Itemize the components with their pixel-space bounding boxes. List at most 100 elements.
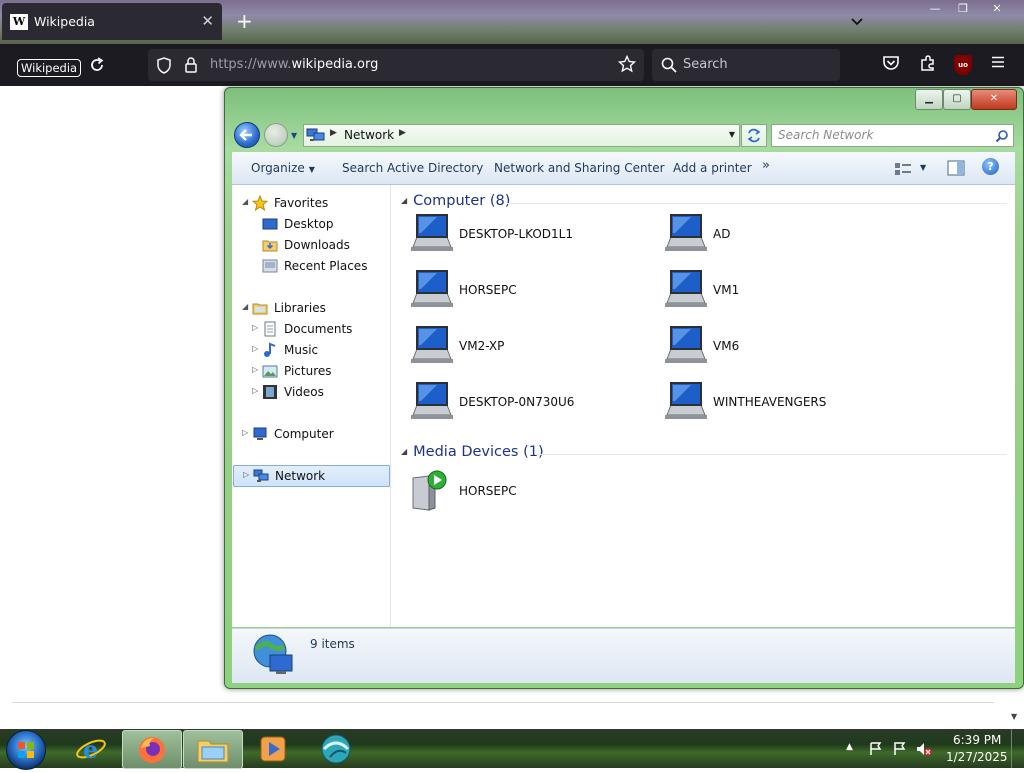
- wikipedia-bookmark-button[interactable]: Wikipedia: [17, 59, 82, 77]
- taskbar-clock-time[interactable]: 6:39 PM: [953, 733, 1001, 747]
- app-menu-hamburger-icon[interactable]: [990, 54, 1006, 74]
- network-computer-item[interactable]: DESKTOP-LKOD1L1: [407, 213, 647, 257]
- network-computer-item[interactable]: VM2-XP: [407, 325, 647, 369]
- nav-item-music[interactable]: ▷ Music: [232, 340, 390, 360]
- breadcrumb-separator-icon[interactable]: ▶: [330, 128, 337, 138]
- group-header-computer[interactable]: ◢ Computer (8): [401, 193, 510, 209]
- expand-arrow-icon[interactable]: ▷: [252, 386, 258, 395]
- change-view-icon[interactable]: [894, 161, 912, 180]
- computer-name-label: VM1: [713, 283, 740, 297]
- show-hidden-icons-icon[interactable]: ▲: [846, 742, 853, 752]
- collapse-group-icon[interactable]: ◢: [401, 196, 407, 205]
- show-desktop-button[interactable]: [1011, 729, 1024, 768]
- expand-arrow-icon[interactable]: ▷: [252, 365, 258, 374]
- browser-search-bar[interactable]: Search: [652, 49, 840, 81]
- browser-navigation-bar: Wikipedia https://www.wikipedia.org Sear…: [0, 44, 1024, 86]
- search-active-directory-button[interactable]: Search Active Directory: [342, 161, 483, 175]
- preview-pane-icon[interactable]: [947, 160, 965, 180]
- network-computer-item[interactable]: HORSEPC: [407, 269, 647, 313]
- window-close-button[interactable]: ✕: [980, 0, 1014, 18]
- lock-icon[interactable]: [184, 56, 198, 78]
- url-text[interactable]: https://www.wikipedia.org: [210, 57, 378, 72]
- expand-arrow-icon[interactable]: ▷: [252, 323, 258, 332]
- collapse-group-icon[interactable]: ◢: [401, 447, 407, 456]
- nav-item-pictures[interactable]: ▷ Pictures: [232, 361, 390, 381]
- back-button[interactable]: [234, 122, 260, 148]
- reload-icon[interactable]: [88, 56, 106, 78]
- explorer-maximize-button[interactable]: ▢: [943, 89, 971, 110]
- nav-item-documents[interactable]: ▷ Documents: [232, 319, 390, 339]
- more-commands-chevron-icon[interactable]: »: [762, 158, 770, 173]
- browser-tab-strip: W Wikipedia ✕ + — ❐ ✕: [0, 0, 1024, 44]
- breadcrumb-separator-icon[interactable]: ▶: [399, 128, 406, 138]
- add-printer-button[interactable]: Add a printer: [673, 161, 752, 175]
- pocket-icon[interactable]: [882, 54, 900, 76]
- help-icon[interactable]: ?: [982, 158, 999, 175]
- media-device-item[interactable]: HORSEPC: [407, 470, 647, 514]
- nav-label: Network: [275, 469, 326, 483]
- window-restore-button[interactable]: ❐: [946, 0, 980, 18]
- address-bar[interactable]: https://www.wikipedia.org: [148, 49, 644, 81]
- taskbar-internet-explorer[interactable]: e: [62, 730, 120, 767]
- nav-label: Favorites: [274, 196, 329, 210]
- network-tray-icon[interactable]: [892, 741, 908, 761]
- taskbar-firefox[interactable]: [122, 730, 182, 769]
- network-computer-icon: [407, 269, 455, 317]
- start-button[interactable]: [6, 730, 46, 770]
- group-header-media-devices[interactable]: ◢ Media Devices (1): [401, 444, 544, 460]
- expand-arrow-icon[interactable]: ▷: [242, 428, 248, 437]
- tab-close-icon[interactable]: ✕: [201, 12, 214, 30]
- tracking-shield-icon[interactable]: [156, 57, 172, 78]
- taskbar-windows-explorer[interactable]: [183, 730, 243, 769]
- breadcrumb-network[interactable]: Network: [344, 128, 394, 142]
- scroll-down-arrow-icon[interactable]: ▼: [1011, 712, 1017, 721]
- explorer-address-bar[interactable]: ▶ Network ▶ ▼: [303, 124, 740, 147]
- nav-item-recent-places[interactable]: Recent Places: [232, 256, 390, 276]
- taskbar-clock-date[interactable]: 1/27/2025: [946, 750, 1008, 764]
- nav-item-desktop[interactable]: Desktop: [232, 214, 390, 234]
- media-server-icon: [407, 470, 451, 518]
- network-computer-item[interactable]: WINTHEAVENGERS: [661, 381, 901, 425]
- downloads-folder-icon: [262, 237, 278, 253]
- computer-name-label: DESKTOP-0N730U6: [459, 395, 575, 409]
- collapse-arrow-icon[interactable]: ◢: [242, 302, 248, 311]
- forward-button[interactable]: [264, 123, 288, 147]
- view-options-dropdown-icon[interactable]: ▼: [920, 163, 926, 172]
- network-computer-item[interactable]: VM1: [661, 269, 901, 313]
- action-center-flag-icon[interactable]: [868, 741, 884, 761]
- nav-item-computer[interactable]: ▷ Computer: [232, 424, 390, 444]
- nav-item-videos[interactable]: ▷ Videos: [232, 382, 390, 402]
- desktop-icon: [262, 216, 278, 232]
- recent-pages-dropdown-icon[interactable]: ▼: [291, 131, 297, 140]
- organize-button[interactable]: Organize ▼: [251, 161, 315, 175]
- search-icon[interactable]: [995, 128, 1009, 147]
- nav-label: Videos: [284, 385, 324, 399]
- nav-item-libraries[interactable]: ◢ Libraries: [232, 298, 390, 318]
- refresh-button[interactable]: [741, 124, 767, 147]
- network-computer-item[interactable]: DESKTOP-0N730U6: [407, 381, 647, 425]
- windows-taskbar: e ▲ 6:39 PM 1/27/2025: [0, 729, 1024, 770]
- list-tabs-chevron-icon[interactable]: [850, 12, 864, 31]
- browser-tab[interactable]: W Wikipedia ✕: [2, 3, 222, 40]
- nav-item-favorites[interactable]: ◢ Favorites: [232, 193, 390, 213]
- bookmark-star-icon[interactable]: [617, 54, 637, 77]
- taskbar-network-app[interactable]: [306, 730, 364, 767]
- explorer-minimize-button[interactable]: ▁: [915, 89, 943, 110]
- explorer-close-button[interactable]: ✕: [971, 89, 1017, 110]
- extensions-puzzle-icon[interactable]: [919, 54, 937, 76]
- network-sharing-center-button[interactable]: Network and Sharing Center: [494, 161, 665, 175]
- network-computer-item[interactable]: AD: [661, 213, 901, 257]
- collapse-arrow-icon[interactable]: ◢: [242, 197, 248, 206]
- ublock-origin-icon[interactable]: uo: [954, 55, 972, 75]
- expand-arrow-icon[interactable]: ▷: [252, 344, 258, 353]
- expand-arrow-icon[interactable]: ▷: [243, 470, 249, 479]
- nav-item-network[interactable]: ▷ Network: [233, 465, 390, 487]
- taskbar-media-player[interactable]: [244, 730, 302, 767]
- item-count: 9 items: [310, 637, 355, 651]
- search-network-input[interactable]: Search Network: [771, 124, 1014, 147]
- network-computer-item[interactable]: VM6: [661, 325, 901, 369]
- new-tab-button[interactable]: +: [236, 9, 253, 33]
- address-history-dropdown-icon[interactable]: ▼: [729, 130, 735, 139]
- volume-muted-icon[interactable]: [915, 741, 933, 761]
- nav-item-downloads[interactable]: Downloads: [232, 235, 390, 255]
